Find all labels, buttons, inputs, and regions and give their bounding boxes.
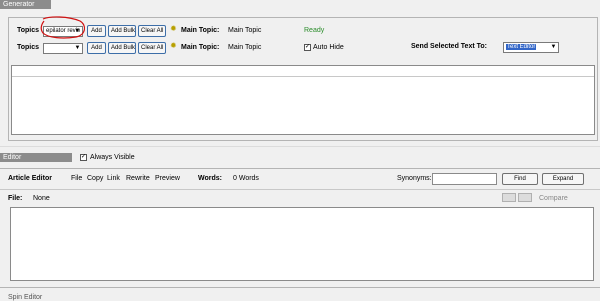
article-editor-label: Article Editor xyxy=(8,175,52,182)
compare-toggle-a[interactable] xyxy=(502,193,516,202)
lightbulb-icon: ✹ xyxy=(170,41,177,50)
menu-rewrite[interactable]: Rewrite xyxy=(126,175,150,182)
topics-combo-1[interactable]: epilator revie ▼ xyxy=(43,26,83,37)
compare-label[interactable]: Compare xyxy=(539,195,568,202)
chevron-down-icon[interactable]: ▼ xyxy=(73,44,82,53)
menu-file[interactable]: File xyxy=(71,175,82,182)
file-label: File: xyxy=(8,195,23,202)
main-topic-label-1: Main Topic: xyxy=(181,27,220,34)
add-button-1[interactable]: Add xyxy=(87,25,106,37)
auto-hide-checkbox[interactable]: ✓ xyxy=(304,44,311,51)
topics-combo-2[interactable]: ▼ xyxy=(43,43,83,54)
always-visible-checkbox[interactable]: ✓ xyxy=(80,154,87,161)
clear-all-button-1[interactable]: Clear All xyxy=(138,25,166,37)
always-visible-label: Always Visible xyxy=(90,154,135,161)
generator-output-area[interactable] xyxy=(11,65,595,135)
menu-copy[interactable]: Copy xyxy=(87,175,103,182)
words-label: Words: xyxy=(198,175,222,182)
status-text: Ready xyxy=(304,27,325,34)
lightbulb-icon: ✹ xyxy=(170,24,177,33)
main-topic-value-2: Main Topic xyxy=(228,44,262,51)
chevron-down-icon[interactable]: ▼ xyxy=(73,27,82,36)
article-text-area[interactable] xyxy=(10,207,594,281)
topics-label-2: Topics xyxy=(17,44,40,51)
output-separator xyxy=(12,76,594,77)
auto-hide-label: Auto Hide xyxy=(313,44,344,51)
menu-link[interactable]: Link xyxy=(107,175,120,182)
main-topic-label-2: Main Topic: xyxy=(181,44,220,51)
add-bulk-button-1[interactable]: Add Bulk xyxy=(108,25,136,37)
expand-button[interactable]: Expand xyxy=(542,173,584,185)
chevron-down-icon[interactable]: ▼ xyxy=(549,43,558,52)
generator-title: Generator xyxy=(0,0,51,9)
clear-all-button-2[interactable]: Clear All xyxy=(138,42,166,54)
words-count: 0 Words xyxy=(233,175,259,182)
send-target-select[interactable]: Text Editor ▼ xyxy=(503,42,559,53)
topics-label-1: Topics xyxy=(17,27,40,34)
synonyms-input[interactable] xyxy=(432,173,497,185)
send-target-value: Text Editor xyxy=(506,44,537,50)
add-bulk-button-2[interactable]: Add Bulk xyxy=(108,42,136,54)
editor-title: Editor xyxy=(0,153,72,162)
send-selected-text-label: Send Selected Text To: xyxy=(411,43,487,50)
add-button-2[interactable]: Add xyxy=(87,42,106,54)
synonyms-label: Synonyms: xyxy=(397,175,432,182)
editor-toolbar-divider xyxy=(0,189,600,190)
menu-preview[interactable]: Preview xyxy=(155,175,180,182)
main-topic-value-1: Main Topic xyxy=(228,27,262,34)
section-divider xyxy=(0,146,600,147)
file-value: None xyxy=(33,195,50,202)
compare-toggle-b[interactable] xyxy=(518,193,532,202)
find-button[interactable]: Find xyxy=(502,173,538,185)
